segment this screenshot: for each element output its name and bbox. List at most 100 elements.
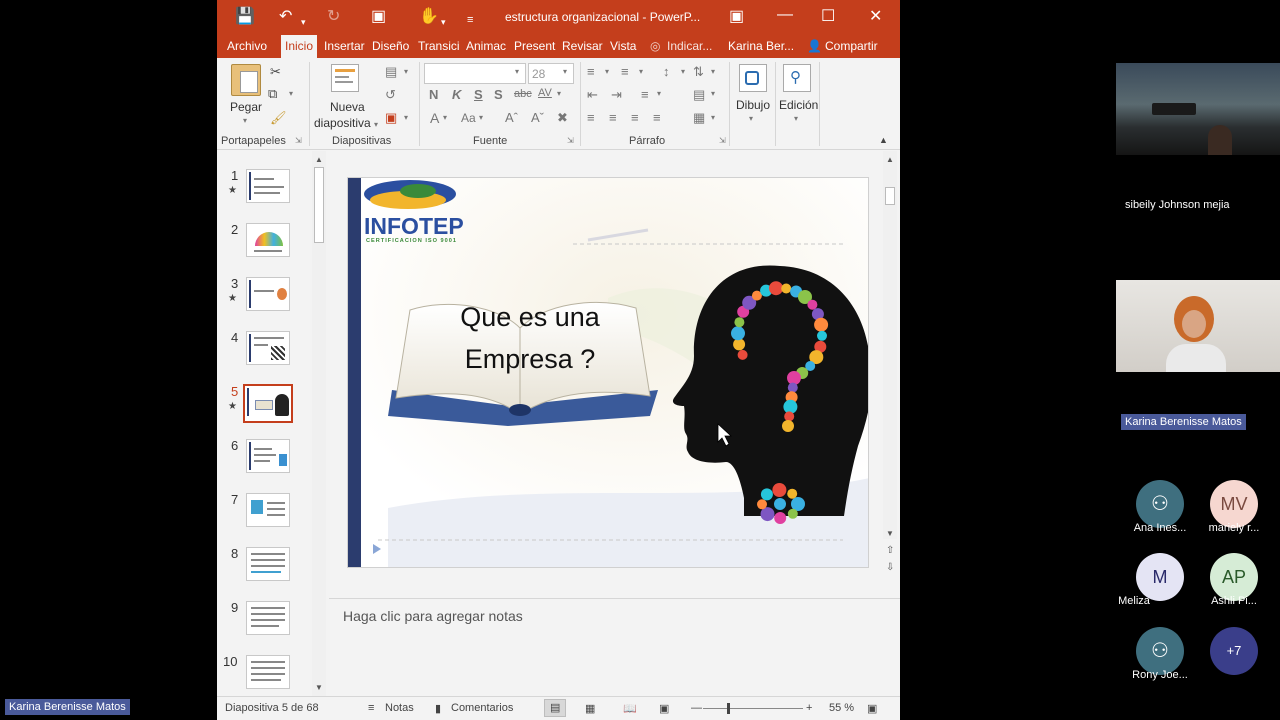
editing-dropdown-icon[interactable]: ▾: [794, 114, 798, 123]
line-spacing-icon[interactable]: ↕: [663, 64, 670, 79]
cut-icon[interactable]: ✂: [270, 64, 281, 80]
notes-button[interactable]: Notas: [385, 702, 414, 714]
columns-icon[interactable]: ≡: [641, 87, 649, 102]
slide-thumbnail-7[interactable]: [246, 493, 290, 527]
numbering-dropdown-icon[interactable]: ▾: [639, 67, 643, 76]
font-size-box[interactable]: 28: [528, 63, 574, 84]
columns-dropdown-icon[interactable]: ▾: [657, 89, 661, 98]
font-launcher-icon[interactable]: ⇲: [567, 136, 574, 145]
font-family-dropdown-icon[interactable]: ▾: [515, 67, 519, 76]
paragraph-launcher-icon[interactable]: ⇲: [719, 136, 726, 145]
fit-to-window-icon[interactable]: ▣: [867, 702, 877, 715]
previous-slide-icon[interactable]: ⇧: [886, 545, 894, 556]
section-dropdown-icon[interactable]: ▾: [404, 113, 408, 122]
decrease-indent-icon[interactable]: ⇤: [587, 87, 598, 103]
present-from-start-icon[interactable]: ▣: [371, 7, 386, 27]
share-icon[interactable]: 👤: [807, 39, 822, 53]
tab-insertar[interactable]: Insertar: [324, 39, 365, 53]
new-slide-label-1[interactable]: Nueva: [330, 100, 365, 114]
comments-button[interactable]: Comentarios: [451, 702, 513, 714]
zoom-out-icon[interactable]: —: [691, 702, 702, 714]
new-slide-icon[interactable]: [331, 64, 359, 92]
layout-dropdown-icon[interactable]: ▾: [404, 67, 408, 76]
avatar-meliza[interactable]: M: [1136, 553, 1184, 601]
font-family-box[interactable]: [424, 63, 526, 84]
more-participants-button[interactable]: +7: [1210, 627, 1258, 675]
normal-view-button[interactable]: ▤: [544, 699, 566, 717]
align-center-icon[interactable]: ≡: [609, 110, 617, 125]
touch-dropdown-icon[interactable]: ▾: [441, 12, 446, 32]
copy-icon[interactable]: ⧉: [268, 86, 277, 102]
slide-thumbnail-9[interactable]: [246, 601, 290, 635]
decrease-font-icon[interactable]: Aˇ: [531, 110, 544, 125]
avatar-rony[interactable]: ⚇: [1136, 627, 1184, 675]
tab-transiciones[interactable]: Transici: [418, 39, 460, 53]
tab-inicio[interactable]: Inicio: [281, 35, 318, 58]
maximize-icon[interactable]: ☐: [821, 6, 835, 26]
font-color-dropdown-icon[interactable]: ▾: [443, 113, 447, 122]
strikethrough-button[interactable]: abc: [514, 88, 532, 100]
drawing-icon[interactable]: [739, 64, 767, 92]
participant-video-2[interactable]: [1116, 280, 1280, 372]
reading-view-icon[interactable]: 📖: [623, 702, 637, 715]
notes-icon[interactable]: ≡: [368, 702, 374, 714]
increase-font-icon[interactable]: Aˆ: [505, 110, 518, 125]
slide-thumbnail-2[interactable]: [246, 223, 290, 257]
align-left-icon[interactable]: ≡: [587, 110, 595, 125]
slide-scrollbar[interactable]: ▲ ▼: [883, 151, 897, 539]
drawing-dropdown-icon[interactable]: ▾: [749, 114, 753, 123]
participant-video-1[interactable]: [1116, 63, 1280, 155]
slide-thumbnail-3[interactable]: [246, 277, 290, 311]
touch-mode-icon[interactable]: ✋: [419, 7, 439, 27]
slide-scroll-down-icon[interactable]: ▼: [886, 529, 894, 538]
undo-icon[interactable]: ↶: [279, 7, 292, 27]
justify-icon[interactable]: ≡: [653, 110, 661, 125]
new-slide-dropdown-icon[interactable]: ▾: [374, 120, 378, 129]
layout-icon[interactable]: ▤: [385, 64, 397, 80]
clear-formatting-icon[interactable]: ✖: [557, 110, 568, 126]
change-case-dropdown-icon[interactable]: ▾: [479, 113, 483, 122]
close-icon[interactable]: ✕: [869, 6, 882, 26]
section-icon[interactable]: ▣: [385, 110, 397, 126]
zoom-level[interactable]: 55 %: [829, 702, 854, 714]
tab-animaciones[interactable]: Animac: [466, 39, 506, 53]
paste-icon[interactable]: [231, 64, 261, 96]
copy-dropdown-icon[interactable]: ▾: [289, 89, 293, 98]
align-right-icon[interactable]: ≡: [631, 110, 639, 125]
next-slide-icon[interactable]: ⇩: [886, 562, 894, 573]
slide-scroll-thumb[interactable]: [885, 187, 895, 205]
char-spacing-button[interactable]: AV: [538, 87, 552, 99]
zoom-in-icon[interactable]: +: [806, 702, 812, 714]
paste-dropdown-icon[interactable]: ▾: [243, 116, 247, 125]
text-direction-dropdown-icon[interactable]: ▾: [711, 67, 715, 76]
line-spacing-dropdown-icon[interactable]: ▾: [681, 67, 685, 76]
clipboard-launcher-icon[interactable]: ⇲: [295, 136, 302, 145]
numbering-icon[interactable]: ≡: [621, 64, 629, 79]
ribbon-display-icon[interactable]: ▣: [729, 6, 744, 26]
minimize-icon[interactable]: —: [777, 6, 793, 24]
comments-icon[interactable]: ▮: [435, 702, 441, 715]
slide-thumbnail-4[interactable]: [246, 331, 290, 365]
smartart-dropdown-icon[interactable]: ▾: [711, 113, 715, 122]
change-case-button[interactable]: Aa: [461, 111, 476, 125]
text-direction-icon[interactable]: ⇅: [693, 64, 704, 80]
smartart-icon[interactable]: ▦: [693, 110, 705, 126]
shadow-button[interactable]: S: [494, 87, 503, 102]
slide-scroll-up-icon[interactable]: ▲: [886, 155, 894, 164]
reset-icon[interactable]: ↺: [385, 87, 396, 103]
account-name[interactable]: Karina Ber...: [728, 39, 794, 53]
slideshow-icon[interactable]: ▣: [659, 702, 669, 715]
char-spacing-dropdown-icon[interactable]: ▾: [557, 89, 561, 98]
font-size-dropdown-icon[interactable]: ▾: [563, 67, 567, 76]
paste-button[interactable]: Pegar: [230, 100, 262, 114]
editing-icon[interactable]: ⚲: [783, 64, 811, 92]
tab-diseno[interactable]: Diseño: [372, 39, 409, 53]
scroll-up-icon[interactable]: ▲: [315, 155, 323, 164]
bold-button[interactable]: N: [429, 87, 438, 102]
slide-thumbnail-8[interactable]: [246, 547, 290, 581]
slide-thumbnail-6[interactable]: [246, 439, 290, 473]
thumbnails-scrollbar[interactable]: ▲ ▼: [312, 151, 326, 696]
tab-vista[interactable]: Vista: [610, 39, 636, 53]
increase-indent-icon[interactable]: ⇥: [611, 87, 622, 103]
save-icon[interactable]: 💾: [235, 7, 255, 27]
